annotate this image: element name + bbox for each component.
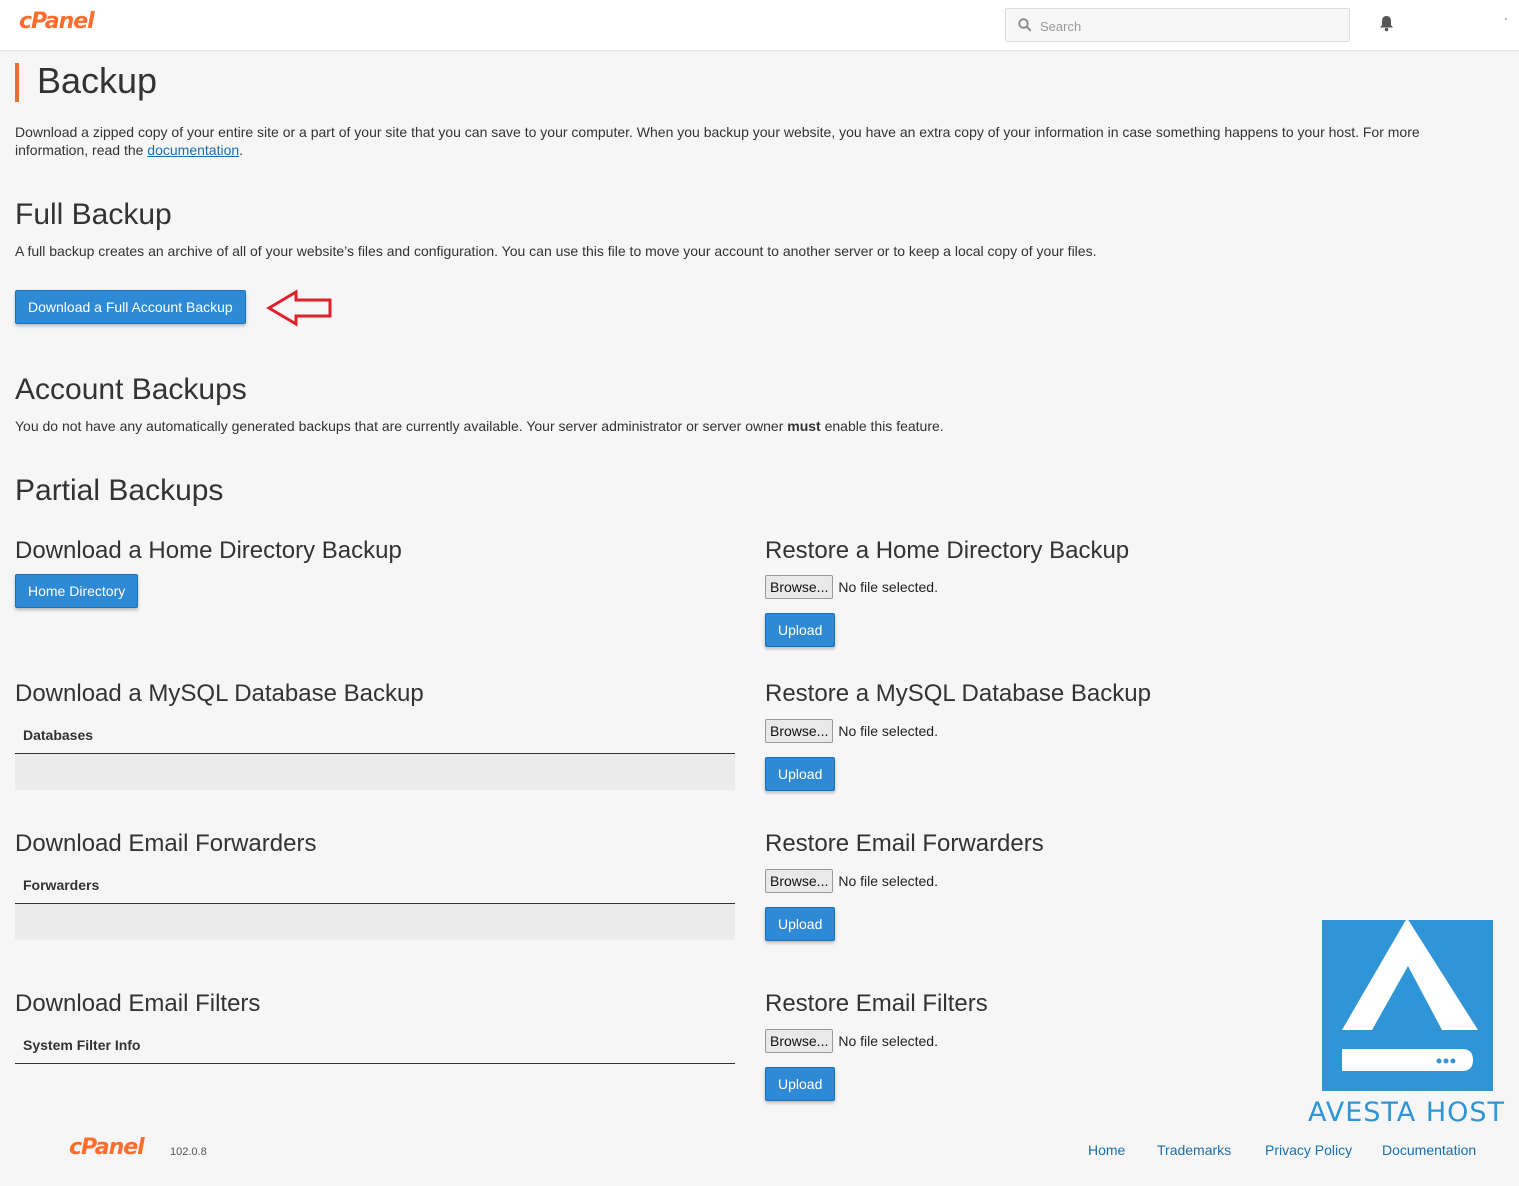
no-file-label: No file selected. — [838, 723, 938, 739]
browse-button[interactable]: Browse... — [765, 869, 834, 893]
table-row — [15, 904, 735, 940]
browse-button[interactable]: Browse... — [765, 1029, 834, 1053]
avesta-host-logo — [1322, 918, 1493, 1091]
filters-table-header: System Filter Info — [15, 1026, 735, 1064]
footer-link-documentation[interactable]: Documentation — [1382, 1142, 1476, 1158]
databases-table-header: Databases — [15, 716, 735, 754]
bell-icon[interactable] — [1379, 15, 1394, 32]
no-file-label: No file selected. — [838, 579, 938, 595]
upload-home-directory-button[interactable]: Upload — [765, 613, 836, 647]
account-backups-desc-before: You do not have any automatically genera… — [15, 418, 788, 434]
page-title: Backup — [37, 60, 158, 101]
search-input[interactable] — [1040, 16, 1340, 36]
top-bar: cPanel — [0, 0, 1519, 51]
forwarders-table-header: Forwarders — [15, 866, 735, 904]
red-arrow-annotation — [266, 289, 332, 327]
avesta-logo-icon — [1342, 918, 1478, 1071]
footer-link-privacy-policy[interactable]: Privacy Policy — [1265, 1142, 1352, 1158]
full-backup-description: A full backup creates an archive of all … — [15, 243, 1097, 259]
user-menu-icon[interactable] — [1505, 18, 1507, 20]
filters-file-input[interactable]: Browse... No file selected. — [765, 1029, 938, 1053]
version-number: 102.0.8 — [170, 1146, 207, 1158]
home-directory-file-input[interactable]: Browse... No file selected. — [765, 575, 938, 599]
search-box[interactable] — [1005, 8, 1350, 42]
account-backups-desc-bold: must — [787, 418, 821, 434]
upload-filters-button[interactable]: Upload — [765, 1067, 836, 1101]
no-file-label: No file selected. — [838, 873, 938, 889]
filters-table: System Filter Info — [15, 1026, 735, 1064]
title-accent-bar — [15, 63, 19, 102]
restore-home-directory-heading: Restore a Home Directory Backup — [765, 537, 1130, 564]
footer-link-trademarks[interactable]: Trademarks — [1157, 1142, 1231, 1158]
table-row — [15, 754, 735, 790]
browse-button[interactable]: Browse... — [765, 575, 834, 599]
download-email-forwarders-heading: Download Email Forwarders — [15, 830, 317, 857]
browse-button[interactable]: Browse... — [765, 719, 834, 743]
account-backups-description: You do not have any automatically genera… — [15, 417, 944, 435]
forwarders-table: Forwarders — [15, 866, 735, 940]
partial-backups-heading: Partial Backups — [15, 474, 224, 507]
download-home-directory-heading: Download a Home Directory Backup — [15, 537, 402, 564]
restore-email-filters-heading: Restore Email Filters — [765, 990, 988, 1017]
no-file-label: No file selected. — [838, 1033, 938, 1049]
download-full-backup-button[interactable]: Download a Full Account Backup — [15, 290, 246, 324]
intro-text-end: . — [239, 142, 244, 158]
documentation-link[interactable]: documentation — [147, 142, 239, 158]
restore-mysql-heading: Restore a MySQL Database Backup — [765, 680, 1151, 707]
forwarders-file-input[interactable]: Browse... No file selected. — [765, 869, 938, 893]
home-directory-button[interactable]: Home Directory — [15, 574, 139, 608]
full-backup-heading: Full Backup — [15, 198, 172, 231]
account-backups-heading: Account Backups — [15, 373, 247, 406]
download-email-filters-heading: Download Email Filters — [15, 990, 261, 1017]
upload-forwarders-button[interactable]: Upload — [765, 907, 836, 941]
intro-text: Download a zipped copy of your entire si… — [15, 123, 1495, 159]
footer-link-home[interactable]: Home — [1088, 1142, 1125, 1158]
footer-cpanel-logo: cPanel — [69, 1135, 145, 1160]
account-backups-desc-after: enable this feature. — [820, 418, 944, 434]
avesta-host-brand-text: AVESTA HOST — [1308, 1097, 1506, 1128]
download-mysql-heading: Download a MySQL Database Backup — [15, 680, 424, 707]
search-icon — [1018, 18, 1032, 32]
cpanel-logo[interactable]: cPanel — [19, 9, 95, 34]
restore-email-forwarders-heading: Restore Email Forwarders — [765, 830, 1044, 857]
databases-table: Databases — [15, 716, 735, 790]
upload-mysql-button[interactable]: Upload — [765, 757, 836, 791]
mysql-file-input[interactable]: Browse... No file selected. — [765, 719, 938, 743]
